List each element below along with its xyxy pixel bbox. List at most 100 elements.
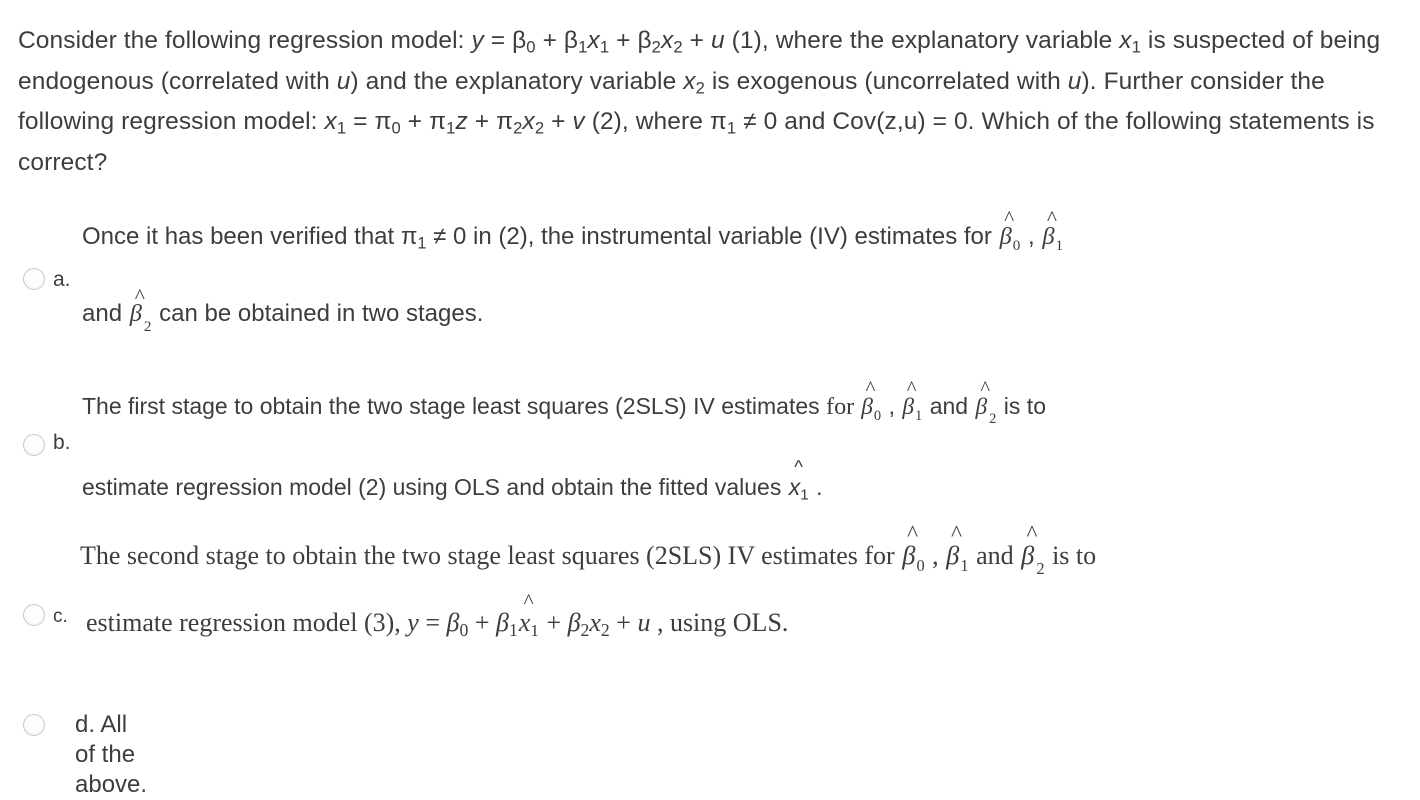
opt-c-line2-pre: estimate regression model (3), (86, 608, 408, 637)
eq1-x1: x (587, 27, 600, 54)
stem-x2: x (683, 67, 696, 95)
opt-a-line2-pre: and (82, 300, 129, 328)
eq3-plus-3: + (609, 608, 638, 637)
eq3-x2-sub: 2 (600, 619, 610, 640)
stem-u-2: u (1067, 67, 1082, 95)
stem-u-1: u (336, 67, 351, 95)
eq2-z: z (455, 108, 468, 136)
eq1-plus-1: + (535, 27, 564, 54)
eq1-plus-3: + (682, 27, 711, 54)
opt-a-betahat-2: ^ β 2 (129, 283, 152, 335)
hat-accent-icon: ^ (907, 521, 919, 548)
opt-b-xhat: ^ x1 (788, 456, 809, 504)
stem-x1: x (1119, 27, 1132, 54)
eq2-x2-sub: 2 (534, 118, 545, 138)
eq3-u: u (637, 608, 651, 637)
eq3-beta2: β (567, 608, 581, 637)
eq3-x2: x (589, 608, 601, 637)
eq3-beta0: β (446, 608, 460, 637)
opt-c-line2-post: , using OLS. (650, 608, 789, 637)
option-b-line-2: estimate regression model (2) using OLS … (82, 456, 1402, 514)
option-c-line-1: The second stage to obtain the two stage… (80, 521, 1097, 589)
eq2-pi1: π (429, 108, 447, 136)
eq1-y: y (471, 27, 484, 54)
stem-x2-sub: 2 (695, 78, 705, 98)
eq3-beta1: β (495, 608, 509, 637)
eq1-plus-2: + (609, 27, 638, 54)
option-a-letter: a. (53, 268, 71, 291)
eq1-beta2: β (637, 27, 652, 54)
opt-a-betahat-0: ^ β0 (999, 206, 1021, 255)
eq2-plus-1: + (400, 108, 430, 136)
hat-accent-icon: ^ (1004, 206, 1015, 231)
hat-accent-icon: ^ (865, 377, 876, 400)
option-a-line-2: and ^ β 2 can be obtained in two stages. (82, 283, 1402, 344)
eq2-equals: = (346, 108, 375, 136)
opt-c-comma: , (925, 541, 946, 570)
eq3-y: y (407, 608, 419, 637)
question-stem: Consider the following regression model:… (18, 24, 1400, 180)
option-a-line-1: Once it has been verified that π1 ≠ 0 in… (82, 206, 1402, 264)
eq1-equals: = (483, 27, 513, 54)
opt-a-betahat-1: ^ β1 (1042, 206, 1064, 255)
stem-text-intro: Consider the following regression model: (18, 27, 472, 54)
opt-c-betahat-0: ^ β0 (902, 521, 925, 575)
opt-a-pi-sub: 1 (417, 234, 427, 253)
stem-x1-sub: 1 (1131, 37, 1142, 57)
opt-a-line2-post: can be obtained in two stages. (152, 300, 484, 328)
opt-b-line2-pre: estimate regression model (2) using OLS … (82, 474, 788, 501)
opt-a-pi: π (400, 223, 418, 250)
stem-text-exp-var: ) and the explanatory variable (350, 67, 684, 95)
eq1-u: u (711, 27, 725, 54)
hat-accent-icon: ^ (951, 521, 962, 548)
eq2-v: v (572, 108, 585, 136)
question-text: Consider the following regression model:… (18, 24, 1400, 180)
eq2-x2: x (522, 108, 535, 136)
eq3-xhat: ^ x1 (518, 589, 539, 641)
eq2-plus-2: + (467, 108, 497, 136)
question-page: Consider the following regression model:… (0, 0, 1420, 798)
radio-option-d[interactable] (23, 714, 45, 736)
hat-accent-icon: ^ (523, 589, 534, 614)
stem-pi1-sub: 1 (726, 118, 737, 138)
option-b-line-1: The first stage to obtain the two stage … (82, 377, 1402, 437)
opt-c-is-to: is to (1045, 541, 1097, 570)
opt-b-betahat-1: ^ β1 (902, 377, 923, 425)
radio-option-b[interactable] (23, 434, 45, 456)
stem-text-after-eq1: (1), where the explanatory variable (724, 27, 1120, 54)
hat-accent-icon: ^ (980, 377, 991, 400)
stem-text-exogenous: is exogenous (uncorrelated with (704, 67, 1068, 95)
opt-b-text-pre: The first stage to obtain the two stage … (82, 393, 827, 419)
eq1-beta1: β (563, 27, 579, 54)
option-c-line-2: estimate regression model (3), y = β0 + … (86, 590, 789, 651)
stem-text-after-eq2: (2), where (584, 108, 710, 136)
option-b-letter: b. (53, 431, 71, 454)
eq3-equals: = (418, 608, 447, 637)
opt-a-text-mid: ≠ 0 in (2), the instrumental variable (I… (426, 223, 999, 250)
opt-a-text-pre: Once it has been verified that (82, 223, 401, 250)
option-d-letter: d. (75, 711, 96, 738)
eq2-x1-sub: 1 (336, 118, 347, 138)
opt-b-comma: , (882, 393, 902, 419)
eq2-pi0-sub: 0 (391, 118, 401, 138)
opt-c-text-pre: The second stage to obtain the two stage… (80, 541, 902, 570)
equation-3: y = β0 + β1 ^ x1 + β2x2 + u (407, 590, 651, 640)
stem-pi1: π (709, 108, 727, 136)
eq3-beta1-sub: 1 (508, 619, 518, 640)
opt-b-and-word: and (923, 393, 975, 419)
equation-1: y = β0 + β1x1 + β2x2 + u (471, 27, 725, 57)
radio-option-c[interactable] (23, 604, 45, 626)
eq3-plus-1: + (468, 608, 496, 637)
hat-accent-icon: ^ (1046, 206, 1057, 231)
hat-accent-icon: ^ (134, 283, 145, 308)
eq3-plus-2: + (539, 608, 568, 637)
eq1-beta2-sub: 2 (651, 37, 662, 57)
option-a-text: Once it has been verified that π1 ≠ 0 in… (82, 206, 1402, 345)
option-d-text: d. All of the above. (75, 710, 147, 800)
opt-b-line2-post: . (809, 474, 823, 501)
eq1-x1-sub: 1 (599, 37, 610, 57)
opt-b-for-word: for (826, 393, 861, 420)
eq1-x2: x (661, 27, 674, 54)
radio-option-a[interactable] (23, 268, 45, 290)
eq2-pi0: π (374, 108, 392, 136)
